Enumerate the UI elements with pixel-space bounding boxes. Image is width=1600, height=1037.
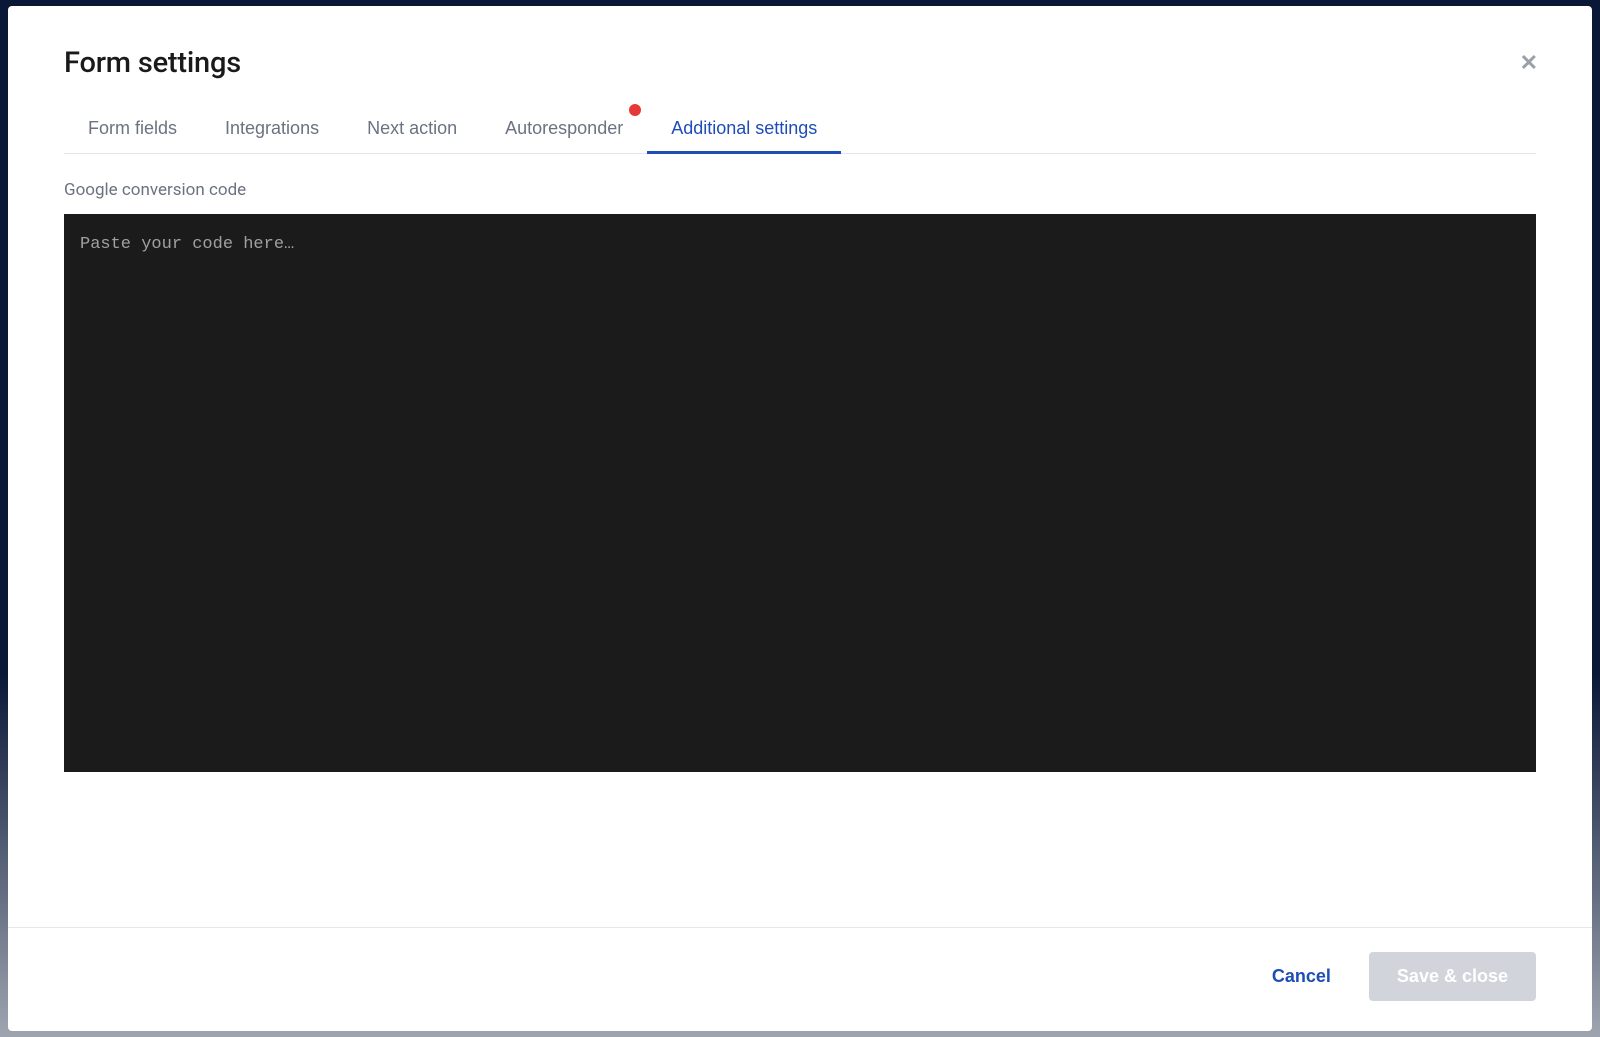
tab-label: Form fields (88, 118, 177, 138)
modal-title: Form settings (64, 46, 241, 80)
tab-autoresponder[interactable]: Autoresponder (481, 108, 647, 153)
spacer (64, 772, 1536, 927)
tab-label: Additional settings (671, 118, 817, 138)
tab-additional-settings[interactable]: Additional settings (647, 108, 841, 153)
google-conversion-code-label: Google conversion code (64, 180, 1536, 200)
modal-footer: Cancel Save & close (8, 927, 1592, 1031)
tab-next-action[interactable]: Next action (343, 108, 481, 153)
tab-label: Autoresponder (505, 118, 623, 138)
form-settings-modal: Form settings ✕ Form fields Integrations… (8, 6, 1592, 1031)
save-close-button[interactable]: Save & close (1369, 952, 1536, 1001)
notification-dot-icon (629, 104, 641, 116)
cancel-button[interactable]: Cancel (1266, 956, 1337, 997)
google-conversion-code-input[interactable] (64, 214, 1536, 772)
tab-integrations[interactable]: Integrations (201, 108, 343, 153)
tab-label: Integrations (225, 118, 319, 138)
close-icon: ✕ (1520, 50, 1538, 75)
tab-label: Next action (367, 118, 457, 138)
modal-header: Form settings ✕ (64, 46, 1536, 80)
tab-content: Google conversion code (64, 154, 1536, 927)
tabs-container: Form fields Integrations Next action Aut… (64, 108, 1536, 154)
tab-form-fields[interactable]: Form fields (64, 108, 201, 153)
modal-body: Form settings ✕ Form fields Integrations… (8, 6, 1592, 927)
close-button[interactable]: ✕ (1516, 48, 1542, 78)
